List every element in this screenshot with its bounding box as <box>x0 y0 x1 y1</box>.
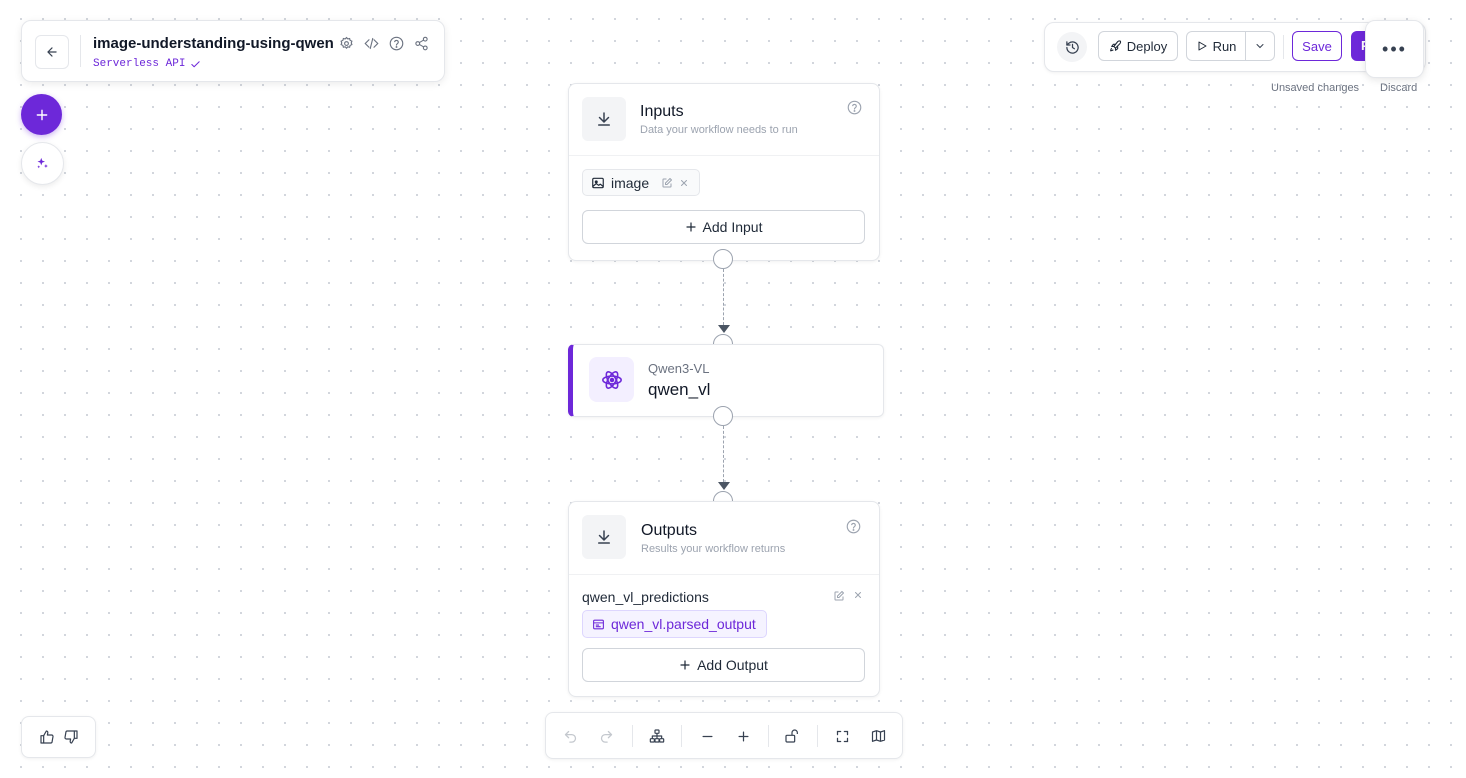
plus-icon <box>679 659 691 671</box>
minimap-icon[interactable] <box>868 726 888 746</box>
node-divider <box>569 155 879 156</box>
fit-view-icon[interactable] <box>832 726 852 746</box>
run-button[interactable]: Run <box>1187 32 1246 60</box>
run-label: Run <box>1212 38 1237 54</box>
add-input-button[interactable]: Add Input <box>582 210 865 244</box>
model-output-port[interactable] <box>713 406 733 426</box>
add-node-button[interactable] <box>21 94 62 135</box>
run-options-dropdown[interactable] <box>1246 32 1274 60</box>
chevron-down-icon <box>1254 40 1266 52</box>
upload-icon <box>582 515 626 559</box>
auto-layout-icon[interactable] <box>647 726 667 746</box>
output-field-icon <box>592 618 605 631</box>
model-name: qwen_vl <box>648 380 711 399</box>
input-chip-image[interactable]: image <box>582 169 701 196</box>
toolbar-divider <box>1283 35 1284 59</box>
deploy-label: Deploy <box>1126 38 1168 54</box>
atom-icon <box>589 357 634 402</box>
workflow-subtitle: Serverless API <box>93 58 201 70</box>
outputs-node[interactable]: Outputs Results your workflow returns qw… <box>568 501 880 697</box>
back-button[interactable] <box>35 35 69 69</box>
ai-assist-button[interactable] <box>21 142 64 185</box>
controls-divider <box>817 725 818 747</box>
history-button[interactable] <box>1057 32 1087 62</box>
code-icon[interactable] <box>363 35 380 52</box>
help-icon[interactable] <box>847 100 863 116</box>
remove-icon[interactable] <box>679 178 689 188</box>
arrow-left-icon <box>45 45 59 59</box>
settings-icon[interactable] <box>338 35 355 52</box>
undo-icon[interactable] <box>560 726 580 746</box>
help-icon[interactable] <box>846 519 862 535</box>
output-actions <box>833 590 863 602</box>
output-value: qwen_vl.parsed_output <box>611 616 756 632</box>
outputs-title: Outputs <box>641 522 698 539</box>
inputs-title: Inputs <box>640 103 684 120</box>
thumbs-down-icon[interactable] <box>62 728 80 746</box>
plus-icon <box>35 108 49 122</box>
output-name: qwen_vl_predictions <box>582 589 709 605</box>
zoom-in-icon[interactable] <box>733 726 753 746</box>
rocket-icon <box>1109 39 1122 53</box>
download-icon <box>582 97 626 141</box>
run-button-group: Run <box>1186 31 1275 61</box>
share-icon[interactable] <box>413 35 430 52</box>
unsaved-changes-label: Unsaved changes <box>1271 82 1360 94</box>
edge-arrowhead <box>718 482 730 490</box>
save-button[interactable]: Save <box>1292 31 1342 61</box>
model-type: Qwen3-VL <box>648 361 710 376</box>
edge-arrowhead <box>718 325 730 333</box>
help-icon[interactable] <box>388 35 405 52</box>
canvas-controls <box>545 712 903 759</box>
outputs-description: Results your workflow returns <box>641 543 786 555</box>
deploy-button[interactable]: Deploy <box>1098 31 1178 61</box>
more-options-button[interactable]: ••• <box>1365 20 1424 78</box>
add-output-label: Add Output <box>697 657 768 673</box>
header-divider <box>80 35 81 67</box>
edge-model-to-outputs <box>723 426 724 482</box>
play-icon <box>1196 40 1208 52</box>
discard-button[interactable]: Discard <box>1380 82 1417 94</box>
output-value-chip[interactable]: qwen_vl.parsed_output <box>582 610 767 638</box>
workflow-title: image-understanding-using-qwen <box>93 35 334 52</box>
sparkles-icon <box>35 156 50 171</box>
thumbs-up-icon[interactable] <box>38 728 56 746</box>
controls-divider <box>632 725 633 747</box>
controls-divider <box>768 725 769 747</box>
zoom-out-icon[interactable] <box>697 726 717 746</box>
edit-icon[interactable] <box>833 590 845 602</box>
inputs-node[interactable]: Inputs Data your workflow needs to run i… <box>568 83 880 261</box>
controls-divider <box>681 725 682 747</box>
redo-icon[interactable] <box>596 726 616 746</box>
history-icon <box>1065 40 1080 55</box>
workflow-header: image-understanding-using-qwen Serverles… <box>21 20 445 82</box>
edit-icon[interactable] <box>661 177 673 189</box>
plus-icon <box>685 221 697 233</box>
inputs-description: Data your workflow needs to run <box>640 124 798 136</box>
check-icon <box>190 59 201 70</box>
input-name: image <box>611 174 650 191</box>
inputs-output-port[interactable] <box>713 249 733 269</box>
node-divider <box>569 574 879 575</box>
header-actions <box>338 35 430 52</box>
edge-inputs-to-model <box>723 269 724 325</box>
unlock-icon[interactable] <box>782 726 802 746</box>
feedback-panel <box>21 716 96 758</box>
image-icon <box>591 176 605 190</box>
add-output-button[interactable]: Add Output <box>582 648 865 682</box>
add-input-label: Add Input <box>702 219 763 235</box>
remove-icon[interactable] <box>853 590 863 602</box>
workflow-type: Serverless API <box>93 58 186 70</box>
